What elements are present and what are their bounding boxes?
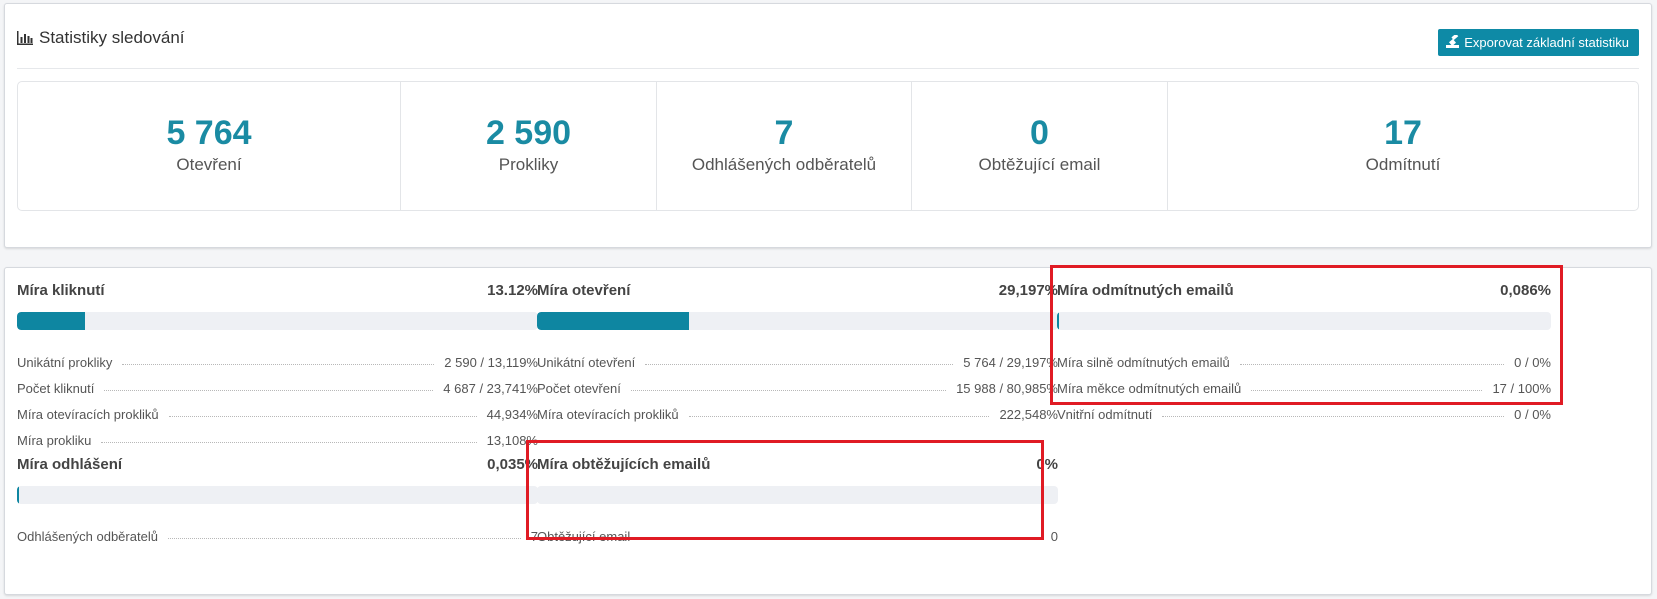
stat-complaints: 0 Obtěžující email — [912, 82, 1168, 210]
tracking-stats-card: Statistiky sledování Exporovat základní … — [4, 3, 1652, 248]
card-header: Statistiky sledování — [17, 28, 185, 48]
row-value: 5 764 / 29,197% — [963, 355, 1058, 370]
stat-row: Počet kliknutí 4 687 / 23,741% — [17, 370, 538, 396]
stat-row: Unikátní prokliky 2 590 / 13,119% — [17, 344, 538, 370]
metric-title: Míra kliknutí — [17, 282, 105, 299]
stat-row: Míra otevíracích prokliků 222,548% — [537, 396, 1058, 422]
row-label: Míra otevíracích prokliků — [537, 407, 679, 422]
progress-bar — [17, 486, 538, 504]
row-label: Míra prokliku — [17, 433, 92, 448]
stat-label: Obtěžující email — [978, 155, 1101, 174]
metric-value: 13.12% — [487, 282, 538, 299]
bounce-highlight-frame — [1050, 265, 1563, 405]
complaint-highlight-frame — [526, 440, 1044, 540]
row-value: 44,934% — [486, 407, 538, 422]
stat-opens: 5 764 Otevření — [18, 82, 401, 210]
stat-row: Unikátní otevření 5 764 / 29,197% — [537, 344, 1058, 370]
export-button-label: Exporovat základní statistiku — [1464, 35, 1629, 50]
stat-bounces: 17 Odmítnutí — [1168, 82, 1638, 210]
row-label: Míra otevíracích prokliků — [17, 407, 159, 422]
stat-value: 7 — [774, 114, 794, 152]
progress-bar — [537, 312, 1058, 330]
rate-metrics-card: Míra kliknutí 13.12% Unikátní prokliky 2… — [4, 265, 1652, 595]
stat-label: Odmítnutí — [1365, 155, 1441, 174]
unsubscribe-rate-section: Míra odhlášení 0,035% Odhlášených odběra… — [17, 456, 538, 544]
row-value: 2 590 / 13,119% — [444, 355, 538, 370]
row-value: 222,548% — [999, 407, 1058, 422]
row-value: 4 687 / 23,741% — [443, 381, 538, 396]
progress-bar — [17, 312, 538, 330]
stat-label: Odhlášených odběratelů — [691, 155, 877, 174]
stat-unsubscribed: 7 Odhlášených odběratelů — [657, 82, 912, 210]
row-label: Unikátní prokliky — [17, 355, 113, 370]
click-rate-section: Míra kliknutí 13.12% Unikátní prokliky 2… — [17, 282, 538, 448]
stat-value: 17 — [1384, 114, 1422, 152]
progress-fill — [537, 312, 690, 330]
bar-chart-icon — [17, 31, 33, 45]
open-rate-section: Míra otevření 29,197% Unikátní otevření … — [537, 282, 1058, 422]
stat-row: Míra prokliku 13,108% — [17, 422, 538, 448]
progress-fill — [17, 312, 86, 330]
metric-title: Míra odhlášení — [17, 456, 123, 473]
row-value: 0 / 0% — [1514, 407, 1551, 422]
row-label: Unikátní otevření — [537, 355, 636, 370]
export-stats-button[interactable]: Exporovat základní statistiku — [1438, 29, 1639, 56]
row-label: Počet kliknutí — [17, 381, 95, 396]
stat-value: 2 590 — [485, 114, 572, 152]
row-value: 15 988 / 80,985% — [956, 381, 1058, 396]
row-value: 0 — [1050, 529, 1058, 544]
stat-label: Otevření — [176, 155, 242, 174]
stat-value: 0 — [1030, 114, 1049, 152]
row-label: Vnitřní odmítnutí — [1057, 407, 1153, 422]
progress-fill — [17, 486, 19, 504]
stat-clicks: 2 590 Prokliky — [401, 82, 657, 210]
row-label: Počet otevření — [537, 381, 621, 396]
stat-label: Prokliky — [498, 155, 559, 174]
export-icon — [1446, 33, 1460, 51]
stat-row: Počet otevření 15 988 / 80,985% — [537, 370, 1058, 396]
summary-stats: 5 764 Otevření 2 590 Prokliky 7 Odhlášen… — [17, 81, 1639, 211]
divider — [17, 68, 1639, 69]
stat-value: 5 764 — [166, 114, 252, 152]
row-label: Odhlášených odběratelů — [17, 529, 158, 544]
stat-row: Odhlášených odběratelů 7 — [17, 518, 538, 544]
metric-title: Míra otevření — [537, 282, 631, 299]
stat-row: Míra otevíracích prokliků 44,934% — [17, 396, 538, 422]
page-title: Statistiky sledování — [39, 28, 185, 47]
